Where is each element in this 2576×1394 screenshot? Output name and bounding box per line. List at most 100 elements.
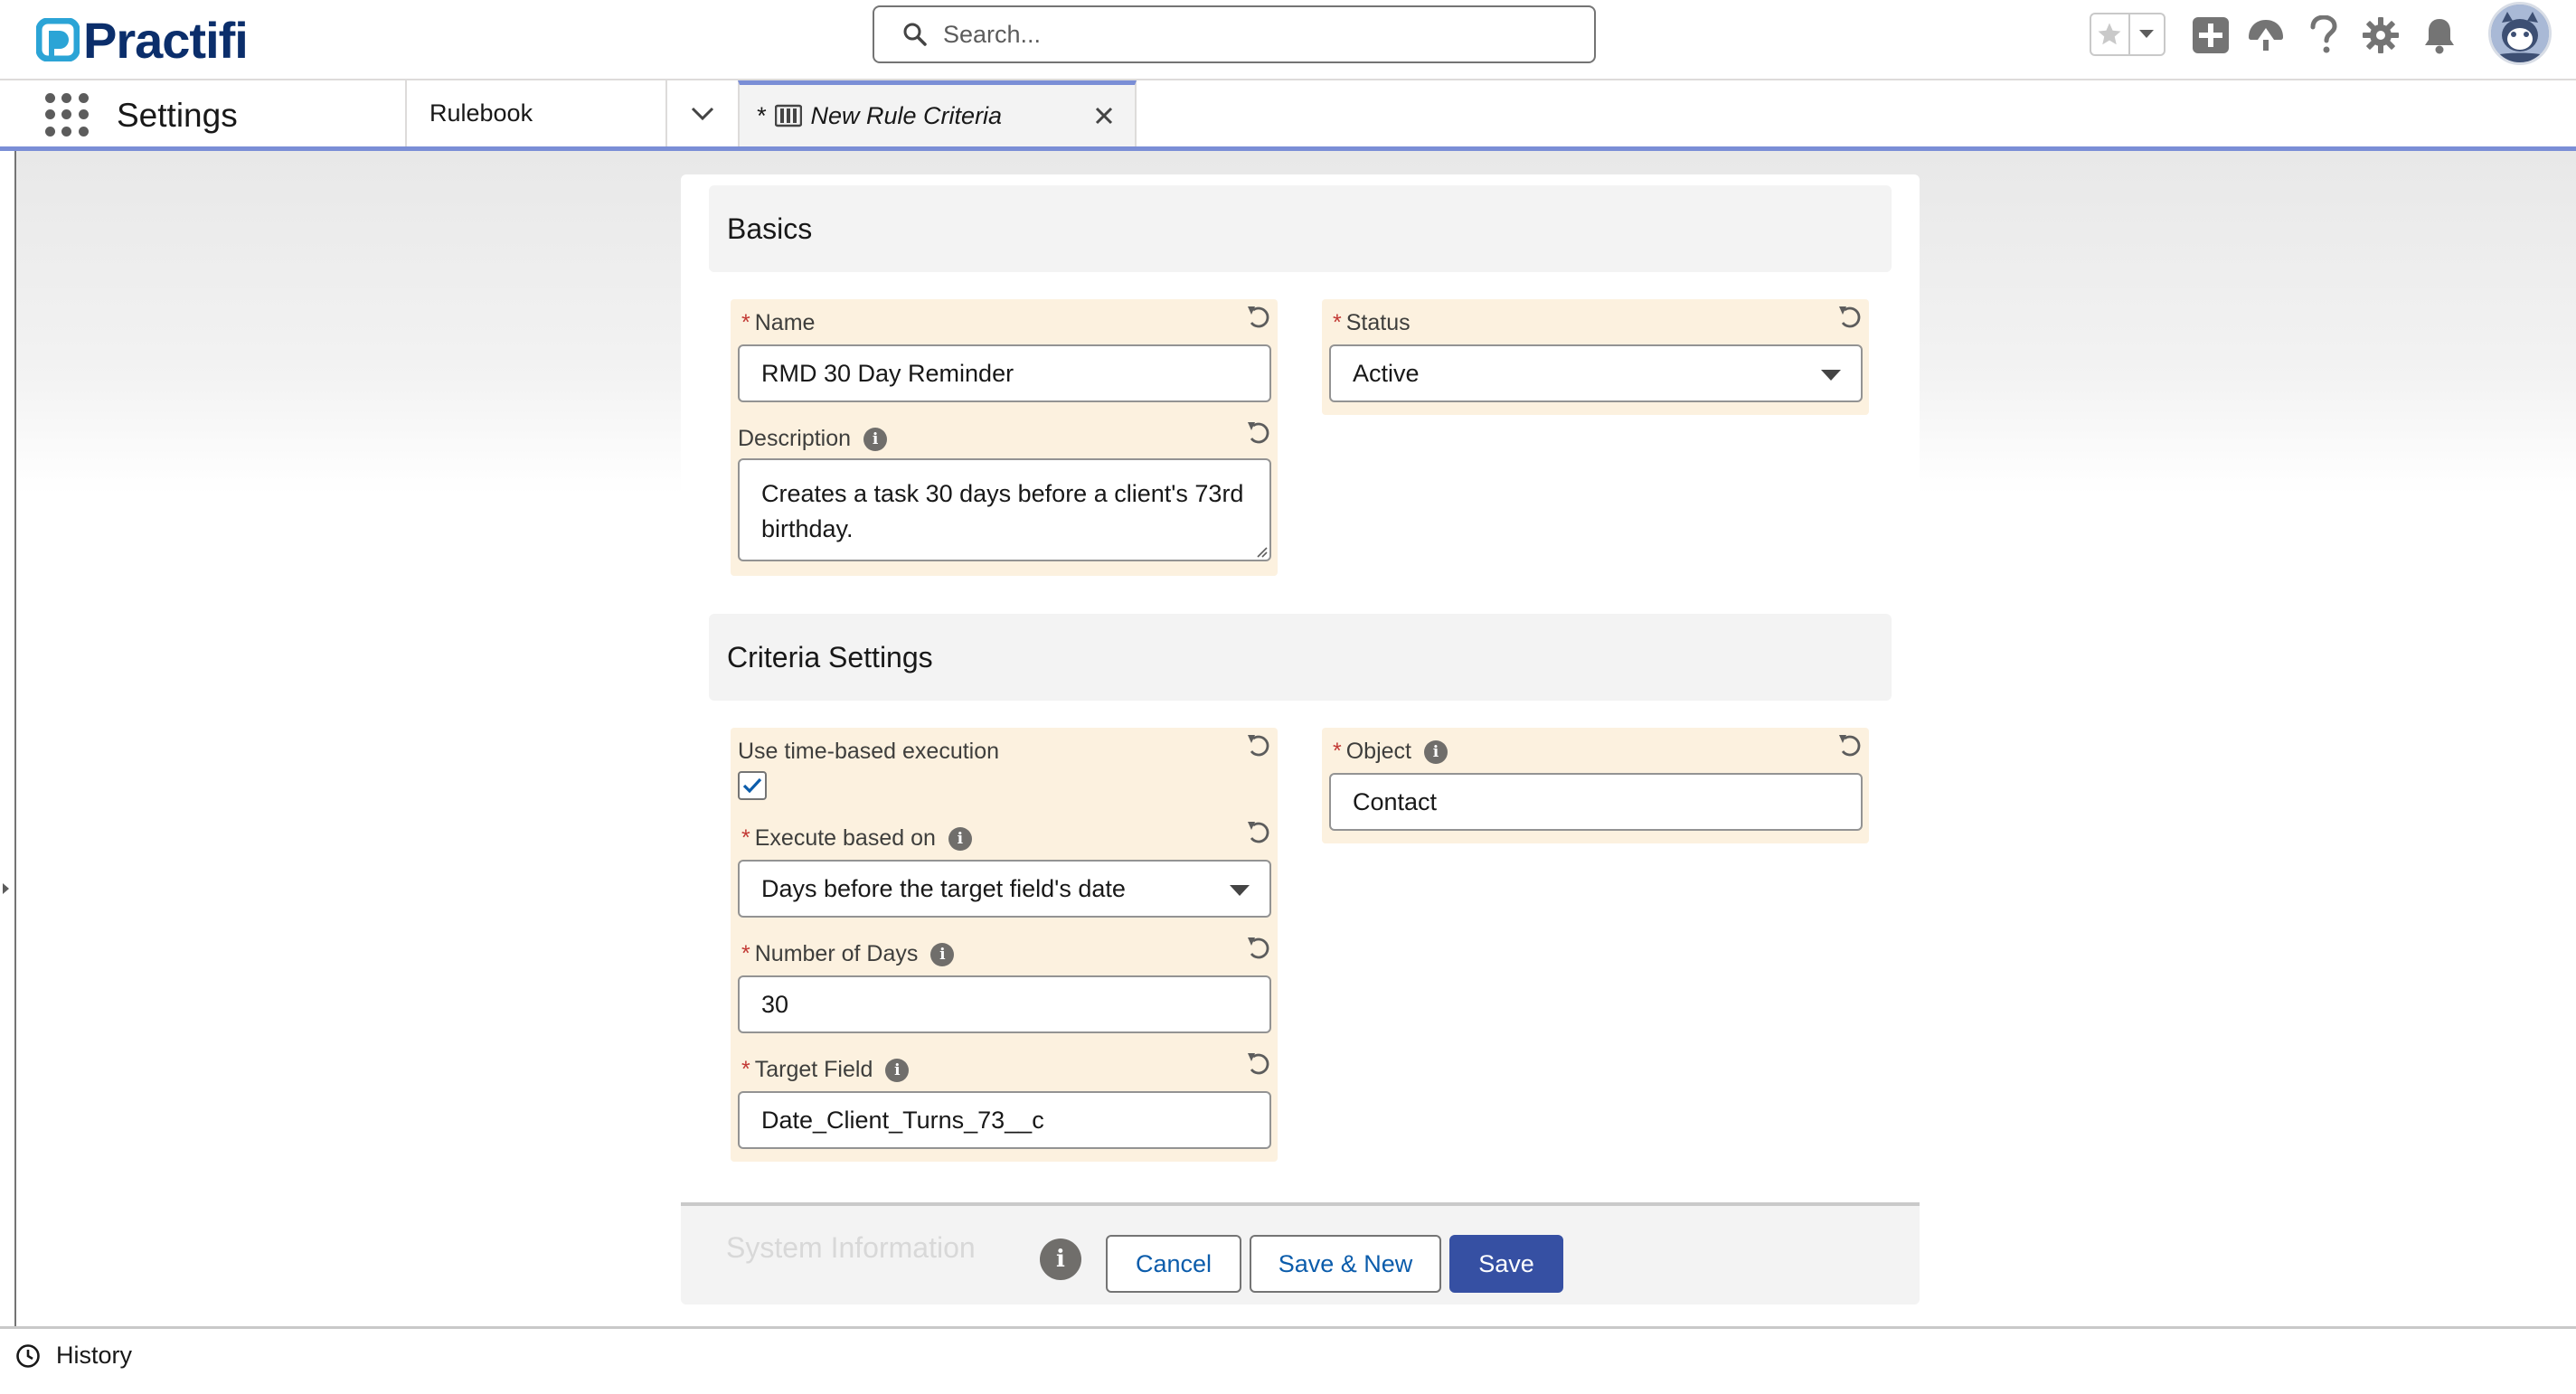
search-icon xyxy=(903,23,927,46)
section-criteria-settings[interactable]: Criteria Settings xyxy=(709,614,1892,701)
app-launcher-dot xyxy=(61,93,72,103)
undo-icon[interactable] xyxy=(1244,419,1273,447)
history-label: History xyxy=(56,1342,133,1369)
favorites-list-button[interactable] xyxy=(2130,14,2164,54)
cancel-button[interactable]: Cancel xyxy=(1106,1235,1241,1293)
execute-based-on-select[interactable]: Days before the target field's date xyxy=(738,860,1271,918)
global-actions-button[interactable] xyxy=(2188,13,2233,58)
basics-left-panel: * Name Description i Creates a task 30 d… xyxy=(731,299,1278,576)
criteria-right-panel: * Object i xyxy=(1322,728,1869,843)
required-marker: * xyxy=(741,1057,750,1082)
avatar-icon xyxy=(2491,5,2549,62)
add-icon xyxy=(2193,17,2229,53)
notifications-button[interactable] xyxy=(2417,13,2462,58)
status-select[interactable]: Active xyxy=(1329,344,1863,402)
app-launcher-dot xyxy=(78,93,89,103)
required-marker: * xyxy=(741,825,750,851)
practifi-logo-icon xyxy=(36,18,80,61)
info-icon[interactable]: i xyxy=(948,826,972,851)
undo-icon[interactable] xyxy=(1835,303,1864,332)
required-marker: * xyxy=(1333,739,1342,764)
logo-text: Practifi xyxy=(83,11,249,69)
gear-icon xyxy=(2363,17,2399,53)
tab-new-rule-criteria[interactable]: * New Rule Criteria xyxy=(738,80,1137,146)
clock-icon xyxy=(16,1343,40,1368)
description-label: Description i xyxy=(738,426,888,452)
info-icon[interactable]: i xyxy=(930,942,955,966)
new-rule-criteria-modal: Basics * Name Description i Creates a ta… xyxy=(681,174,1920,1305)
label-text: Execute based on xyxy=(754,825,936,851)
trailhead-button[interactable] xyxy=(2243,13,2288,58)
app-name: Settings xyxy=(117,97,238,134)
search-input[interactable] xyxy=(941,19,1556,50)
bell-icon xyxy=(2425,19,2454,54)
undo-icon[interactable] xyxy=(1244,818,1273,847)
favorites-group xyxy=(2090,13,2166,56)
undo-icon[interactable] xyxy=(1244,1050,1273,1078)
status-label: * Status xyxy=(1333,310,1411,336)
info-icon[interactable]: i xyxy=(1040,1239,1081,1280)
tab-rulebook[interactable]: Rulebook xyxy=(405,80,665,146)
time-based-label: Use time-based execution xyxy=(738,739,999,765)
save-button[interactable]: Save xyxy=(1449,1235,1563,1293)
required-marker: * xyxy=(1333,310,1342,335)
navigation-bar: Settings Rulebook * New Rule Criteria xyxy=(0,80,2576,151)
execute-based-on-label: * Execute based on i xyxy=(741,825,972,852)
time-based-checkbox[interactable] xyxy=(738,771,767,800)
info-icon[interactable]: i xyxy=(1424,739,1448,764)
help-button[interactable] xyxy=(2301,13,2346,58)
setup-button[interactable] xyxy=(2358,13,2403,58)
close-tab-icon[interactable] xyxy=(1091,103,1117,128)
nav-menu-button[interactable] xyxy=(665,80,738,146)
star-icon xyxy=(2098,23,2121,45)
label-text: Use time-based execution xyxy=(738,739,1000,764)
required-marker: * xyxy=(741,310,750,335)
object-input[interactable] xyxy=(1329,773,1863,831)
description-text: Creates a task 30 days before a client's… xyxy=(761,480,1244,542)
chevron-down-icon xyxy=(691,107,714,120)
app-launcher-dot xyxy=(45,93,55,103)
app-launcher-dot xyxy=(78,109,89,120)
resize-handle-icon[interactable] xyxy=(1253,543,1268,558)
target-field-label: * Target Field i xyxy=(741,1057,910,1083)
undo-icon[interactable] xyxy=(1835,731,1864,760)
chevron-down-icon xyxy=(1821,370,1841,381)
label-text: Object xyxy=(1345,739,1411,764)
chevron-down-icon xyxy=(1230,885,1250,896)
save-and-new-button[interactable]: Save & New xyxy=(1250,1235,1441,1293)
info-icon[interactable]: i xyxy=(885,1058,910,1082)
expand-caret-icon[interactable] xyxy=(3,883,9,894)
app-launcher-dot xyxy=(61,109,72,120)
target-field-input[interactable] xyxy=(738,1091,1271,1149)
undo-icon[interactable] xyxy=(1244,731,1273,760)
name-input[interactable] xyxy=(738,344,1271,402)
help-icon xyxy=(2310,15,2337,53)
selected-value: Days before the target field's date xyxy=(761,874,1126,902)
label-text: Name xyxy=(754,310,816,335)
app-launcher-dot xyxy=(45,126,55,137)
criteria-left-panel: Use time-based execution * Execute based… xyxy=(731,728,1278,1162)
modal-footer: System Information i Cancel Save & New S… xyxy=(681,1202,1920,1305)
global-search[interactable] xyxy=(873,5,1596,63)
utility-bar: History xyxy=(0,1326,2576,1394)
object-label: * Object i xyxy=(1333,739,1448,765)
user-avatar[interactable] xyxy=(2488,2,2552,65)
left-rail[interactable] xyxy=(0,151,16,1326)
info-icon[interactable]: i xyxy=(863,427,888,451)
number-of-days-input[interactable] xyxy=(738,975,1271,1033)
undo-icon[interactable] xyxy=(1244,303,1273,332)
basics-right-panel: * Status Active xyxy=(1322,299,1869,415)
favorites-button[interactable] xyxy=(2091,14,2130,54)
unsaved-marker: * xyxy=(756,101,766,129)
description-textarea[interactable]: Creates a task 30 days before a client's… xyxy=(738,458,1271,561)
history-utility[interactable]: History xyxy=(14,1342,132,1370)
practifi-logo[interactable]: Practifi xyxy=(36,9,249,71)
section-basics[interactable]: Basics xyxy=(709,185,1892,272)
undo-icon[interactable] xyxy=(1244,934,1273,963)
global-header: Practifi xyxy=(0,0,2576,80)
trailhead-icon xyxy=(2249,20,2283,51)
number-of-days-label: * Number of Days i xyxy=(741,941,955,967)
label-text: Number of Days xyxy=(754,941,919,966)
app-launcher-button[interactable] xyxy=(45,93,89,137)
label-text: Target Field xyxy=(754,1057,873,1082)
